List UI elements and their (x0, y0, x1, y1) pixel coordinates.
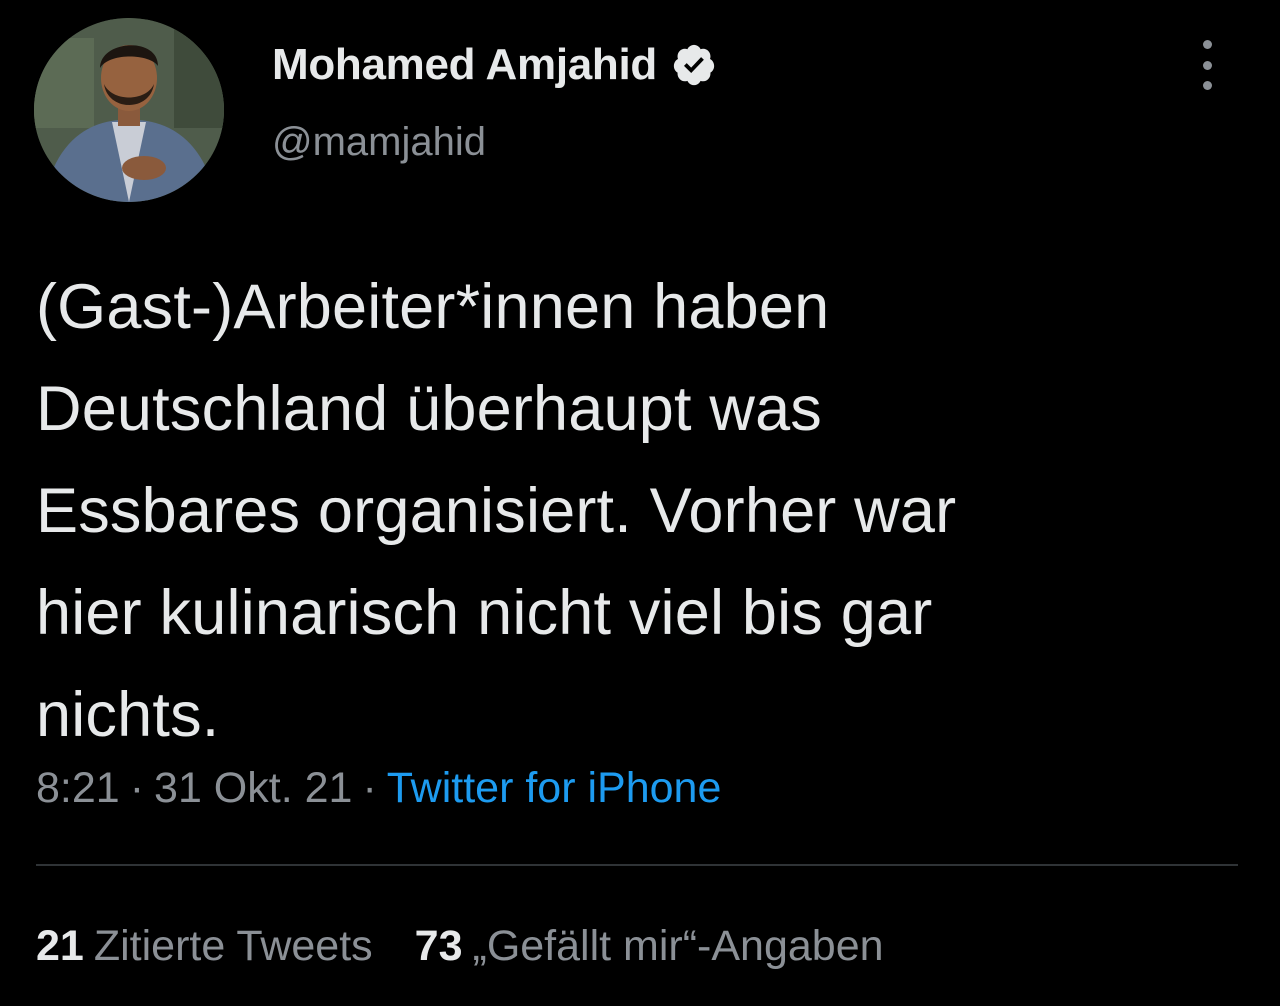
tweet-time[interactable]: 8:21 (36, 764, 120, 812)
more-options-icon[interactable] (1192, 40, 1222, 90)
likes-count: 73 (414, 922, 463, 970)
quote-tweets-link[interactable]: 21 Zitierte Tweets (36, 922, 373, 970)
divider (36, 864, 1238, 866)
meta-separator: · (129, 764, 145, 812)
quote-tweets-label: Zitierte Tweets (93, 922, 373, 970)
verified-badge-icon (673, 44, 715, 86)
quote-tweets-count: 21 (36, 922, 84, 970)
avatar-photo (34, 18, 224, 202)
tweet: Mohamed Amjahid @mamjahid (Gast-)Arbeite… (0, 0, 1280, 1006)
tweet-meta: 8:21 · 31 Okt. 21 · Twitter for iPhone (36, 764, 721, 813)
more-dot (1202, 81, 1212, 90)
tweet-text: (Gast-)Arbeiter*innen haben Deutschland … (36, 272, 957, 750)
avatar[interactable] (34, 18, 224, 202)
tweet-source-link[interactable]: Twitter for iPhone (387, 764, 722, 812)
meta-separator: · (362, 764, 377, 812)
tweet-stats: 21 Zitierte Tweets 73 „Gefällt mir“-Angaben (36, 922, 926, 971)
more-dot (1202, 60, 1212, 70)
likes-label: „Gefällt mir“-Angaben (472, 922, 884, 970)
author-name-row: Mohamed Amjahid (272, 38, 717, 92)
author-display-name[interactable]: Mohamed Amjahid (272, 40, 657, 90)
tweet-date[interactable]: 31 Okt. 21 (154, 764, 352, 812)
likes-link[interactable]: 73 „Gefällt mir“-Angaben (415, 922, 884, 970)
more-dot (1202, 40, 1212, 49)
author-handle[interactable]: @mamjahid (272, 120, 486, 165)
